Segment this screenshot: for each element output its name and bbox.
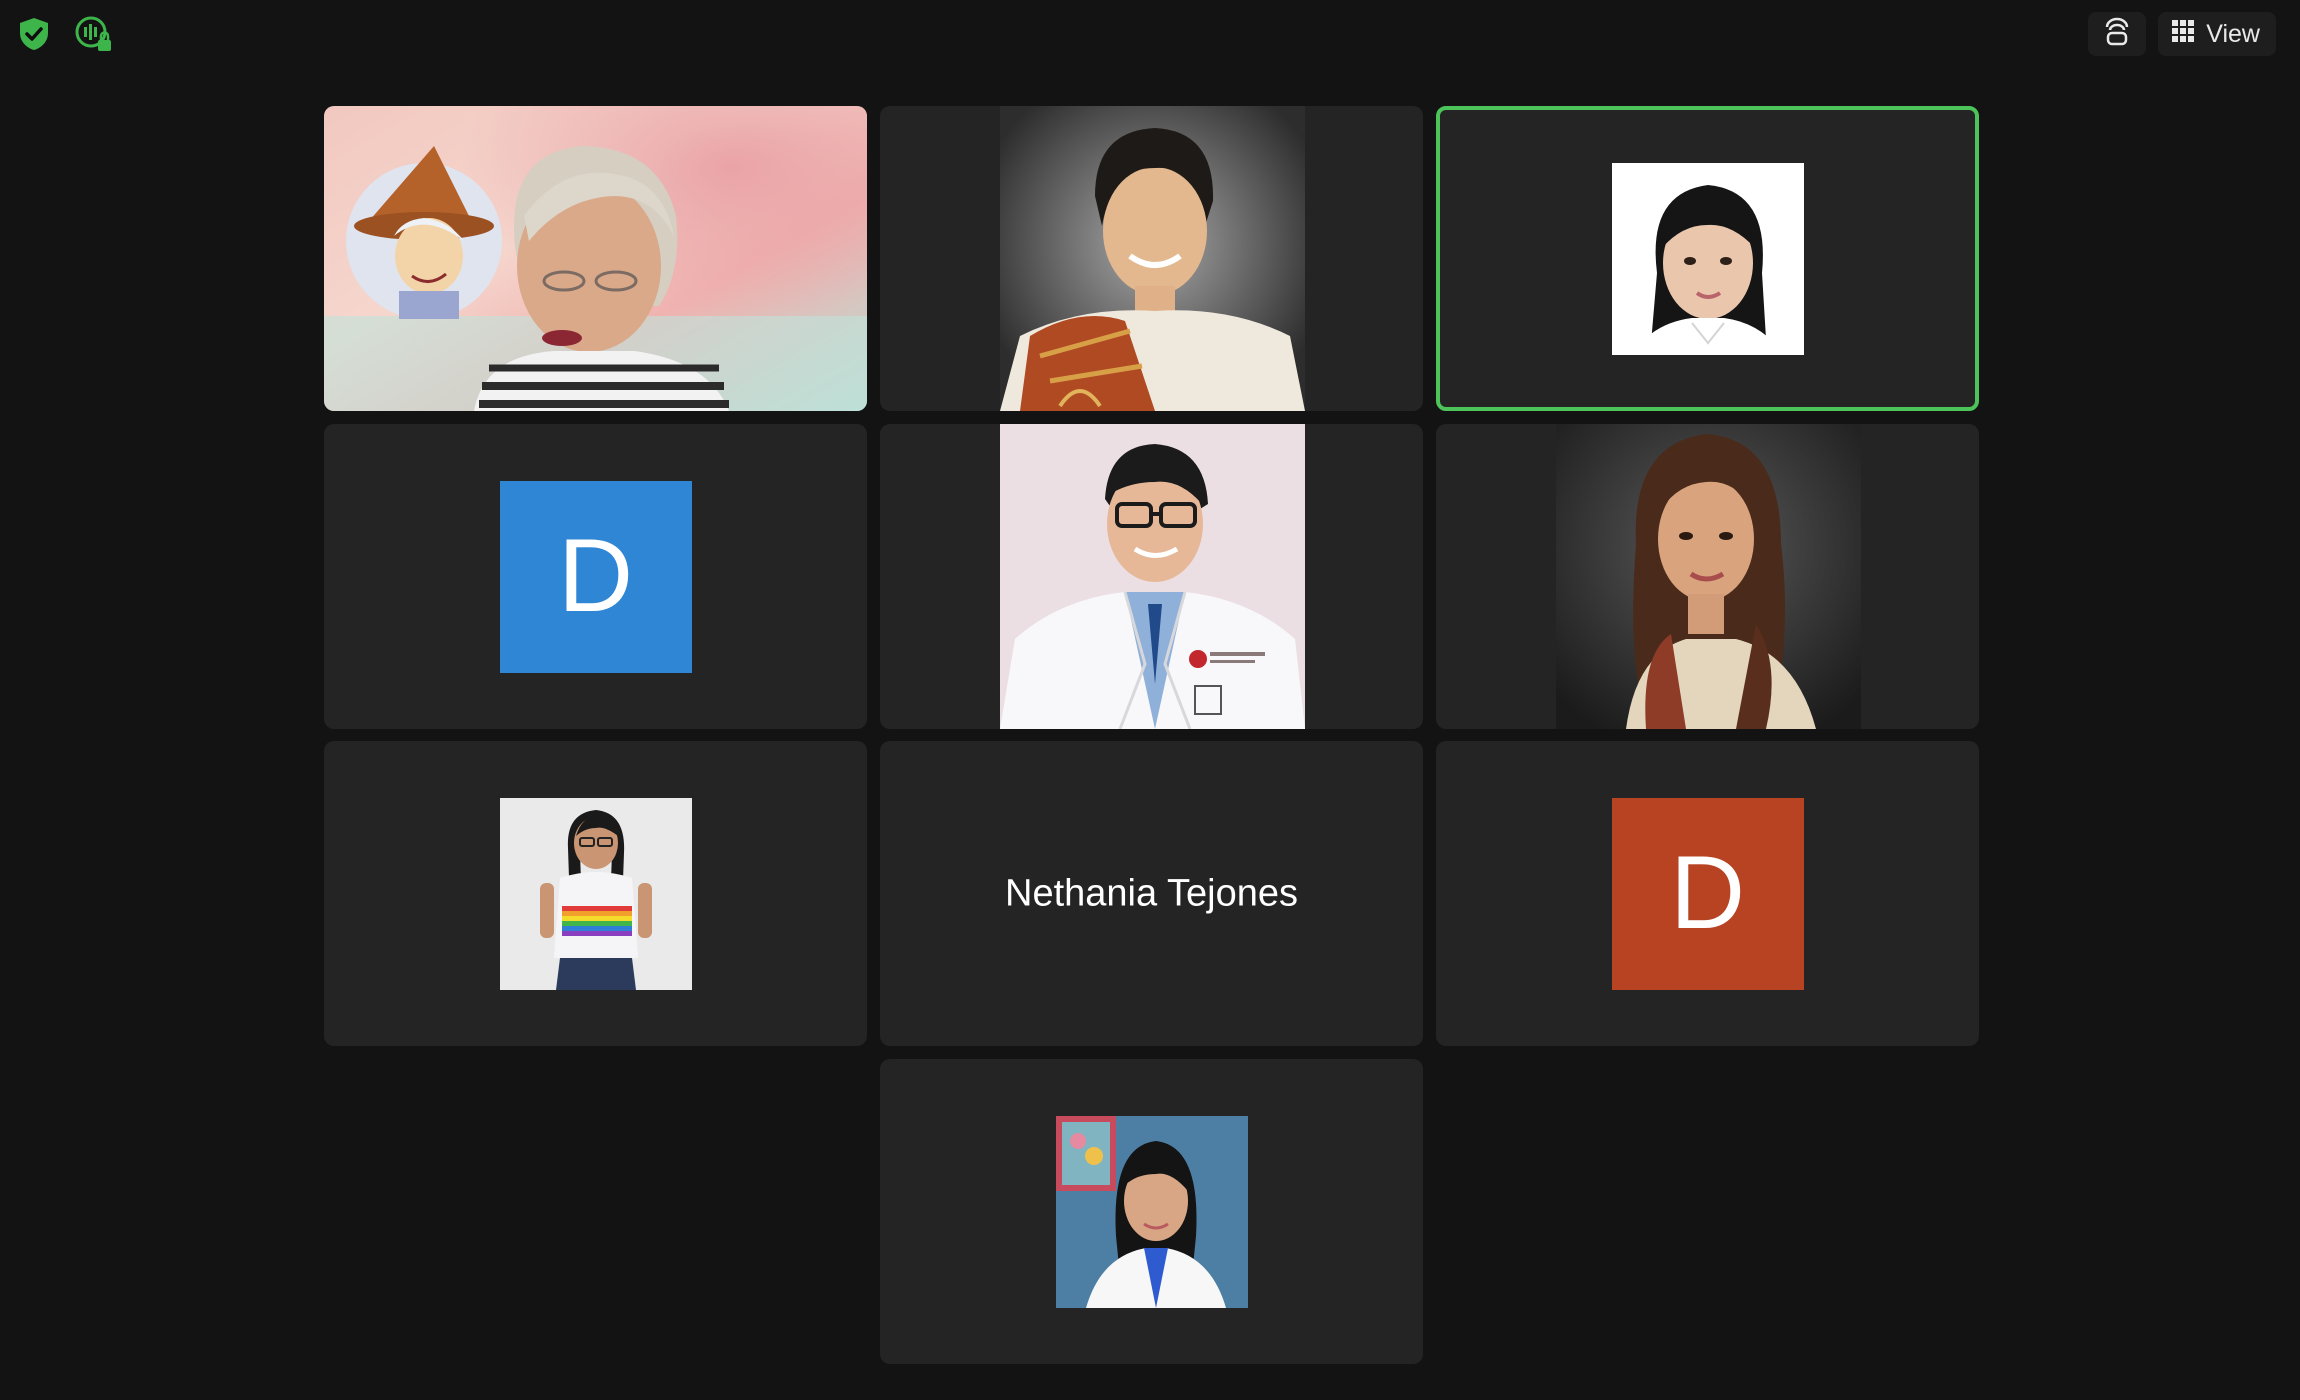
shield-check-icon[interactable] [14,14,54,54]
participant-photo [1000,424,1305,729]
immersive-view-button[interactable] [2088,12,2147,56]
participant-tile-2[interactable] [880,106,1423,411]
participant-tile-10[interactable] [880,1059,1423,1364]
participant-photo [1556,424,1861,729]
grid-icon [2172,19,2195,49]
participant-tile-7[interactable] [324,741,867,1046]
participant-photo [1611,162,1804,355]
participant-tile-4[interactable]: D [324,424,867,729]
immersive-view-icon [2103,17,2131,52]
participant-photo [499,797,692,990]
participant-tile-3-active-speaker[interactable] [1436,106,1979,411]
participant-photo [1055,1115,1248,1308]
participant-tile-9[interactable]: D [1436,741,1979,1046]
top-right-controls: View [2088,12,2276,56]
view-label: View [2206,19,2260,48]
live-transcript-lock-icon[interactable] [74,14,114,54]
participant-tile-5[interactable] [880,424,1423,729]
meeting-status-area [14,14,114,54]
participant-photo [1000,106,1305,411]
view-button[interactable]: View [2158,12,2276,56]
participant-name: Nethania Tejones [1005,872,1298,914]
participant-avatar-letter: D [1611,797,1804,990]
participant-video [324,106,867,411]
participant-avatar-letter: D [499,480,692,673]
meeting-window: View D Nethania Tejones D [0,0,2300,1400]
participant-tile-8[interactable]: Nethania Tejones [880,741,1423,1046]
participant-tile-1[interactable] [324,106,867,411]
participant-tile-6[interactable] [1436,424,1979,729]
